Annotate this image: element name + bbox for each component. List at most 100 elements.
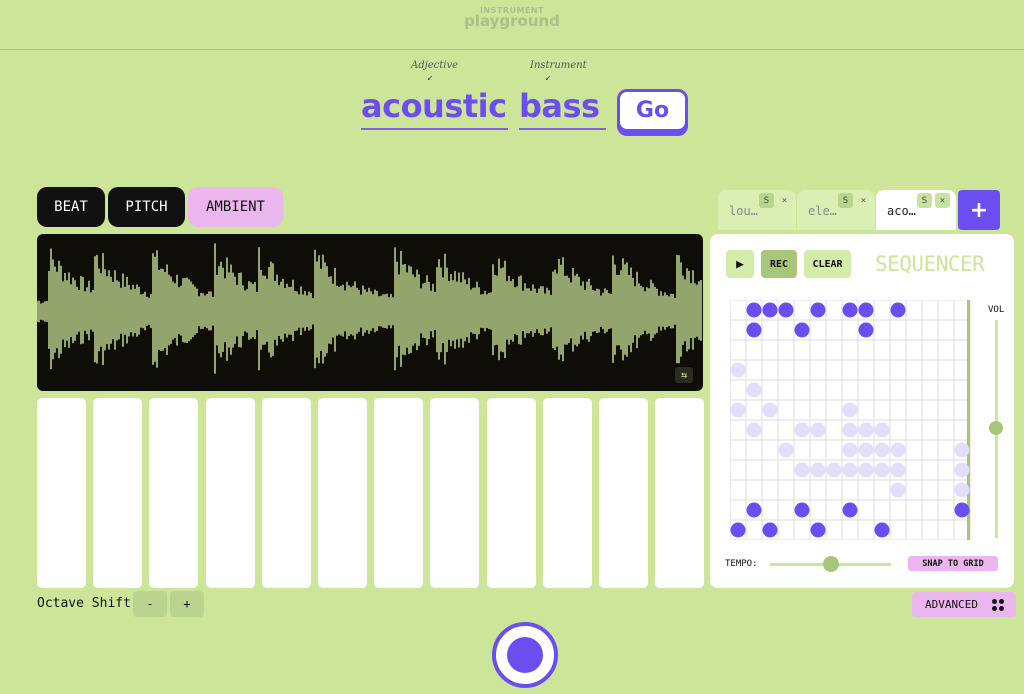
tab-label: aco… <box>887 204 916 218</box>
sequencer-note <box>858 302 874 318</box>
snap-to-grid-button[interactable]: SNAP TO GRID <box>908 556 998 571</box>
advanced-button[interactable]: ADVANCED <box>912 592 1016 617</box>
sequencer-note <box>730 522 746 538</box>
ghost-note <box>858 462 874 478</box>
go-button[interactable]: Go <box>617 89 688 132</box>
ghost-note <box>842 442 858 458</box>
tab-solo-button[interactable]: S <box>838 193 853 208</box>
piano-key[interactable] <box>149 398 199 588</box>
ghost-note <box>954 462 970 478</box>
ghost-note <box>730 402 746 418</box>
piano-key[interactable] <box>261 398 311 588</box>
sequencer-note <box>810 302 826 318</box>
adjective-input[interactable]: acoustic <box>361 86 508 130</box>
ghost-note <box>858 442 874 458</box>
ghost-note <box>874 462 890 478</box>
sequencer-note <box>874 522 890 538</box>
tab-solo-button[interactable]: S <box>917 193 932 208</box>
sequencer-note <box>810 522 826 538</box>
ghost-note <box>842 422 858 438</box>
octave-down-button[interactable]: - <box>133 591 167 617</box>
piano-key[interactable] <box>37 398 86 588</box>
octave-shift-label: Octave Shift <box>37 596 131 611</box>
ghost-note <box>746 422 762 438</box>
ghost-note <box>730 362 746 378</box>
piano-key[interactable] <box>655 398 705 588</box>
piano-key[interactable] <box>205 398 255 588</box>
ghost-note <box>874 422 890 438</box>
close-icon[interactable]: × <box>935 193 950 208</box>
record-dot-icon <box>507 637 543 673</box>
piano-key[interactable] <box>374 398 424 588</box>
ghost-note <box>794 422 810 438</box>
piano-key[interactable] <box>318 398 367 588</box>
ghost-note <box>778 442 794 458</box>
sequencer-note <box>778 302 794 318</box>
adjective-hint: Adjective <box>411 60 459 71</box>
sequencer-title: SEQUENCER <box>875 252 985 276</box>
ghost-note <box>810 462 826 478</box>
advanced-label: ADVANCED <box>925 598 978 611</box>
mode-beat-button[interactable]: BEAT <box>37 187 105 227</box>
ghost-note <box>890 462 906 478</box>
ghost-note <box>890 482 906 498</box>
play-icon[interactable]: ▶ <box>726 250 754 278</box>
instrument-input[interactable]: bass <box>519 86 606 130</box>
ghost-note <box>810 422 826 438</box>
sequencer-note <box>746 302 762 318</box>
playhead <box>967 300 970 540</box>
sequencer-note <box>890 302 906 318</box>
top-bar: INSTRUMENT playground <box>0 0 1024 50</box>
adjective-hint-arrow: ↙ <box>427 72 434 83</box>
record-button[interactable] <box>492 622 558 688</box>
piano-key[interactable] <box>599 398 648 588</box>
ghost-note <box>794 462 810 478</box>
waveform-path <box>37 243 702 374</box>
mode-pitch-button[interactable]: PITCH <box>108 187 185 227</box>
sequencer-note <box>842 502 858 518</box>
clear-button[interactable]: CLEAR <box>804 250 851 278</box>
sequencer-note <box>746 502 762 518</box>
ghost-note <box>842 402 858 418</box>
sequencer-note <box>954 502 970 518</box>
tempo-label: TEMPO: <box>725 559 758 569</box>
piano-key[interactable] <box>486 398 536 588</box>
tempo-slider[interactable] <box>822 556 839 572</box>
swap-icon[interactable]: ⇆ <box>675 367 693 383</box>
piano-key[interactable] <box>542 398 592 588</box>
instrument-tab-2[interactable]: ele… S × <box>797 190 875 230</box>
mode-ambient-button[interactable]: AMBIENT <box>188 187 283 227</box>
ghost-note <box>890 442 906 458</box>
ghost-note <box>746 382 762 398</box>
sequencer-note <box>746 322 762 338</box>
instrument-hint-arrow: ↙ <box>545 72 552 83</box>
keyboard <box>37 398 705 588</box>
volume-label: VOL <box>988 305 1005 315</box>
rec-button[interactable]: REC <box>761 250 797 278</box>
piano-key[interactable] <box>430 398 480 588</box>
ghost-note <box>858 422 874 438</box>
waveform <box>37 243 702 374</box>
sequencer-panel: ▶ REC CLEAR SEQUENCER VOL TEMPO: SNAP TO… <box>710 234 1014 588</box>
ghost-note <box>826 462 842 478</box>
close-icon[interactable]: × <box>777 193 792 208</box>
instrument-tab-3[interactable]: aco… S × <box>876 190 956 230</box>
waveform-display[interactable]: ⇆ <box>37 234 703 391</box>
sequencer-note <box>858 322 874 338</box>
ghost-note <box>874 442 890 458</box>
ghost-note <box>762 402 778 418</box>
piano-key[interactable] <box>93 398 143 588</box>
instrument-tab-1[interactable]: lou… S × <box>718 190 796 230</box>
close-icon[interactable]: × <box>856 193 871 208</box>
grid-dots-icon <box>992 599 1004 611</box>
octave-up-button[interactable]: + <box>170 591 204 617</box>
tab-label: ele… <box>808 204 837 218</box>
ghost-note <box>954 442 970 458</box>
sequencer-grid[interactable] <box>730 300 974 540</box>
add-tab-button[interactable]: + <box>958 190 1000 230</box>
instrument-hint: Instrument <box>530 60 587 71</box>
logo-bottom-text: playground <box>464 12 560 30</box>
tab-solo-button[interactable]: S <box>759 193 774 208</box>
tab-label: lou… <box>729 204 758 218</box>
volume-slider[interactable] <box>989 420 1003 435</box>
